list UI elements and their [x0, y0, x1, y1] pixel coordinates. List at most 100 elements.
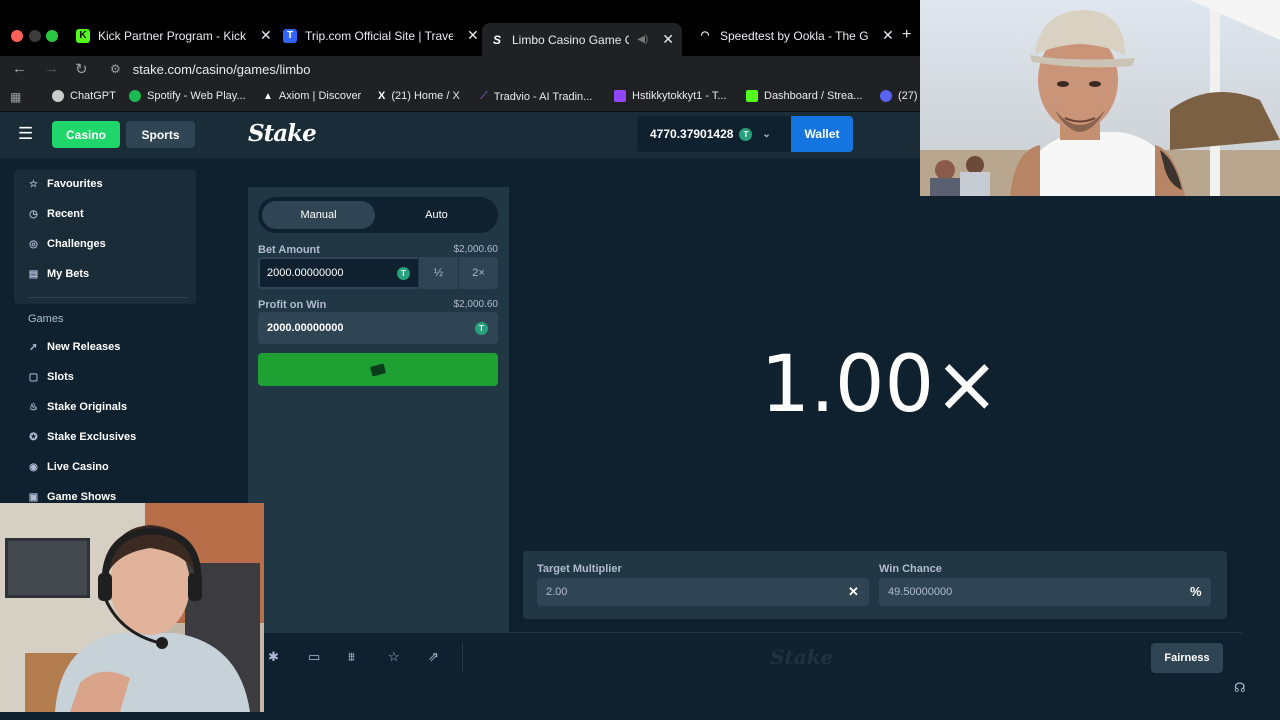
bookmark-dashboard[interactable]: Dashboard / Strea...	[746, 90, 862, 102]
speaker-icon[interactable]: ◀)	[637, 34, 648, 45]
fairness-button[interactable]: Fairness	[1151, 643, 1223, 673]
bookmark-x[interactable]: X (21) Home / X	[378, 90, 460, 102]
new-tab-icon[interactable]: +	[902, 26, 911, 44]
tab-manual[interactable]: Manual	[262, 201, 375, 229]
half-bet-button[interactable]: ½	[418, 257, 458, 289]
bookmark-label: Axiom | Discover	[278, 90, 362, 102]
minimize-window-dot[interactable]	[29, 30, 41, 42]
speedtest-icon: ◠	[700, 30, 710, 41]
forward-icon[interactable]: →	[44, 60, 59, 77]
flame-icon: ♨	[29, 401, 38, 413]
url-field[interactable]: ⚙ stake.com/casino/games/limbo	[110, 58, 311, 80]
profit-usd: $2,000.60	[453, 299, 499, 310]
profit-label: Profit on Win	[258, 299, 327, 311]
sidebar-item-challenges[interactable]: ◎ Challenges	[28, 238, 106, 250]
stats-icon[interactable]: ⩩	[348, 649, 355, 665]
tab-auto[interactable]: Auto	[380, 201, 493, 229]
theatre-mode-icon[interactable]: ▭	[308, 649, 320, 665]
close-tab-icon[interactable]: ✕	[662, 31, 674, 48]
bookmark-axiom[interactable]: ▲ Axiom | Discover	[263, 90, 361, 102]
sidebar-section-games: Games	[28, 313, 64, 325]
tether-icon: T	[739, 127, 753, 141]
back-icon[interactable]: ←	[12, 60, 27, 77]
sports-button[interactable]: Sports	[126, 121, 195, 148]
tab-trip[interactable]: T Trip.com Official Site | Travel ✕	[275, 23, 487, 48]
balance-selector[interactable]: 4770.37901428 T ⌄	[637, 116, 791, 152]
sidebar-item-my-bets[interactable]: ▤ My Bets	[28, 268, 89, 280]
tab-limbo[interactable]: S Limbo Casino Game Online ◀) ✕	[482, 23, 682, 56]
tab-title: Kick Partner Program - Kick D	[98, 28, 246, 43]
settings-icon[interactable]: ✱	[268, 649, 279, 665]
percent-icon: %	[1190, 584, 1202, 599]
bookmark-label: Spotify - Web Play...	[147, 90, 246, 102]
dashboard-icon	[746, 90, 758, 102]
win-chance-input[interactable]: 49.50000000	[879, 578, 1211, 606]
bookmark-twitch[interactable]: Hstikkytokkyt1 - T...	[614, 90, 727, 102]
close-tab-icon[interactable]: ✕	[467, 27, 479, 44]
sidebar-item-label: Challenges	[47, 238, 106, 250]
sidebar-item-stake-originals[interactable]: ♨ Stake Originals	[28, 401, 127, 413]
target-icon: ◎	[29, 238, 38, 250]
badge-icon: ✪	[29, 431, 38, 443]
sidebar-item-label: Slots	[47, 371, 74, 383]
trip-icon: T	[283, 28, 297, 43]
bet-amount-input[interactable]: 2000.00000000 T	[258, 257, 418, 289]
wallet-button[interactable]: Wallet	[791, 116, 853, 152]
bet-button[interactable]	[258, 353, 498, 386]
bookmark-label: Tradvio - AI Tradin...	[493, 90, 593, 103]
chevron-down-icon: ⌄	[762, 128, 771, 140]
sidebar-item-recent[interactable]: ◷ Recent	[28, 208, 84, 220]
webcam-feed-image	[920, 0, 1280, 196]
close-tab-icon[interactable]: ✕	[260, 27, 272, 44]
target-multiplier-label: Target Multiplier	[537, 563, 622, 575]
sidebar-item-game-shows[interactable]: ▣ Game Shows	[28, 491, 116, 503]
stake-logo[interactable]: Stake	[248, 120, 317, 147]
sidebar-item-live-casino[interactable]: ◉ Live Casino	[28, 461, 109, 473]
sidebar-item-label: Live Casino	[47, 461, 109, 473]
multiply-icon: ✕	[848, 584, 859, 599]
bookmark-tradvio[interactable]: ⟋ Tradvio - AI Tradin...	[480, 90, 592, 103]
double-bet-button[interactable]: 2×	[458, 257, 498, 289]
sidebar-card	[14, 170, 196, 304]
star-icon: ☆	[29, 178, 38, 190]
twitch-icon	[614, 90, 626, 102]
apps-icon[interactable]: ▦	[10, 90, 21, 104]
sidebar-item-label: Favourites	[47, 178, 103, 190]
site-info-icon[interactable]: ⚙	[110, 62, 121, 76]
menu-icon[interactable]: ☰	[18, 125, 33, 142]
support-headset-icon[interactable]: ☊	[1234, 680, 1246, 696]
sidebar-divider	[28, 297, 188, 298]
tab-speedtest[interactable]: ◠ Speedtest by Ookla - The Glo ✕	[690, 23, 902, 48]
casino-button[interactable]: Casino	[52, 121, 120, 148]
bookmark-discord[interactable]: (27)	[880, 90, 918, 102]
bookmark-label: (21) Home / X	[391, 90, 460, 102]
sidebar-item-slots[interactable]: ▢ Slots	[28, 371, 74, 383]
bookmark-label: Hstikkytokkyt1 - T...	[632, 90, 727, 102]
tab-title: Trip.com Official Site | Travel	[305, 28, 453, 43]
win-chance-value: 49.50000000	[888, 586, 953, 598]
reload-icon[interactable]: ↻	[75, 60, 88, 78]
tab-kick[interactable]: K Kick Partner Program - Kick D ✕	[68, 23, 280, 48]
webcam-overlay-left	[0, 503, 264, 712]
close-window-dot[interactable]	[11, 30, 23, 42]
favourite-star-icon[interactable]: ☆	[388, 649, 400, 665]
x-icon: X	[378, 90, 386, 102]
target-multiplier-value: 2.00	[546, 586, 568, 598]
sidebar-item-stake-exclusives[interactable]: ✪ Stake Exclusives	[28, 431, 136, 443]
sidebar-item-new-releases[interactable]: ➚ New Releases	[28, 341, 120, 353]
sidebar-item-favourites[interactable]: ☆ Favourites	[28, 178, 103, 190]
maximize-window-dot[interactable]	[46, 30, 58, 42]
target-multiplier-input[interactable]: 2.00	[537, 578, 869, 606]
footer-divider	[462, 642, 463, 672]
bookmark-spotify[interactable]: Spotify - Web Play...	[129, 90, 246, 102]
share-icon[interactable]: ⇗	[428, 649, 439, 665]
live-icon: ◉	[29, 461, 38, 473]
url-text: stake.com/casino/games/limbo	[132, 61, 311, 77]
tradvio-icon: ⟋	[480, 90, 488, 102]
close-tab-icon[interactable]: ✕	[882, 27, 894, 44]
cherry-icon: ▢	[28, 371, 39, 383]
bookmark-label: Dashboard / Strea...	[764, 90, 863, 102]
bookmark-chatgpt[interactable]: ChatGPT	[52, 90, 116, 102]
spotify-icon	[129, 90, 141, 102]
tab-title: Limbo Casino Game Online	[512, 32, 629, 47]
